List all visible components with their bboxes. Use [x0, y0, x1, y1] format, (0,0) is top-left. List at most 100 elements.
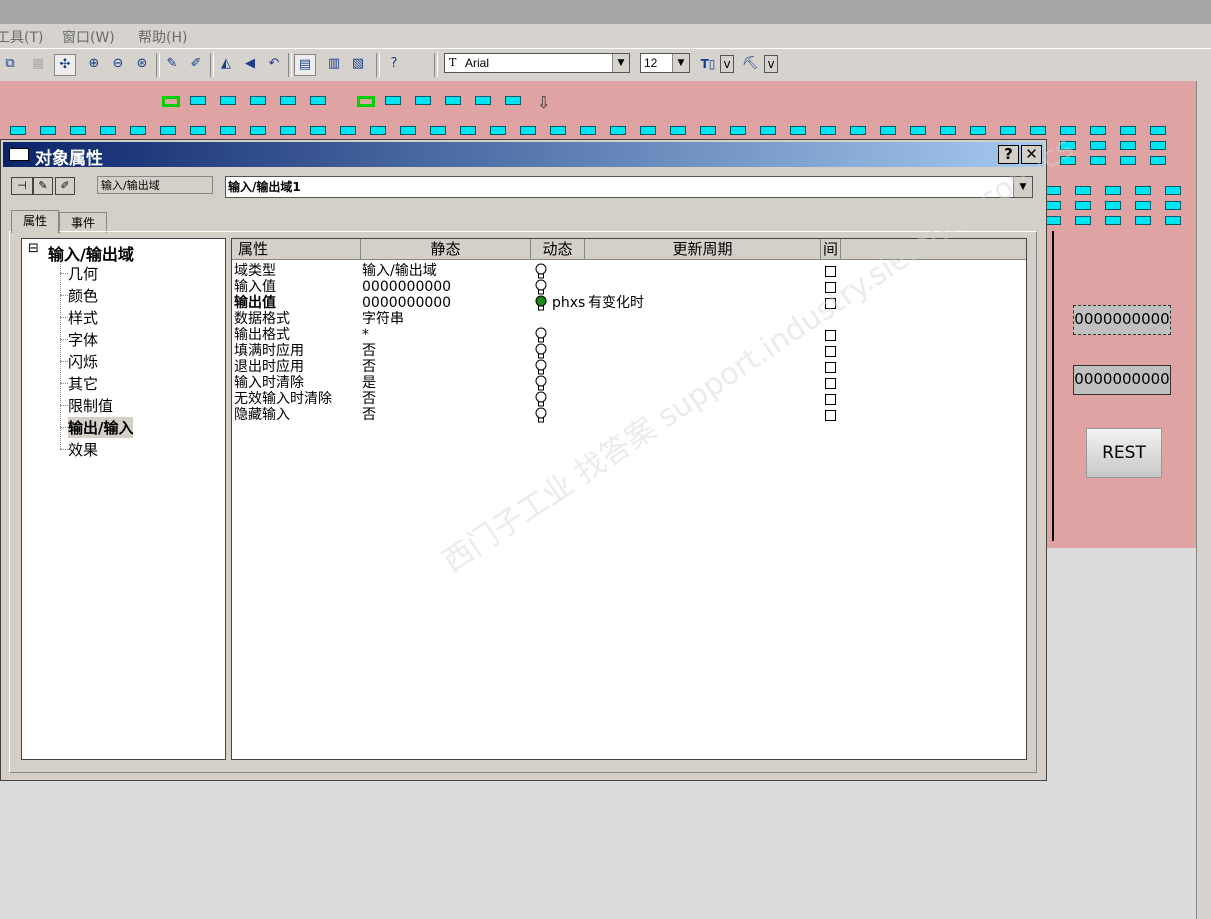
row-dynamic[interactable]: phxs: [552, 295, 585, 311]
text-color-icon[interactable]: T▯: [698, 54, 718, 74]
green-object[interactable]: [357, 96, 375, 107]
tree-item[interactable]: 限制值: [68, 395, 113, 416]
col-header-dynamic[interactable]: 动态: [531, 239, 585, 260]
io-placeholder[interactable]: [910, 126, 926, 135]
row-attr[interactable]: 输入时清除: [234, 375, 304, 391]
tree-item[interactable]: 效果: [68, 439, 98, 460]
io-placeholder[interactable]: [310, 126, 326, 135]
io-placeholder[interactable]: [460, 126, 476, 135]
snap-icon[interactable]: ✣: [54, 54, 76, 76]
io-placeholder[interactable]: [280, 126, 296, 135]
row-static[interactable]: 是: [362, 375, 376, 391]
col-header-attr[interactable]: 属性: [232, 239, 361, 260]
col-header-indirect[interactable]: 间: [821, 239, 841, 260]
row-attr[interactable]: 隐藏输入: [234, 407, 290, 423]
text-color-dropdown[interactable]: v: [720, 55, 734, 73]
row-static[interactable]: 输入/输出域: [362, 263, 437, 279]
bulb-icon[interactable]: [534, 279, 548, 295]
tree-item[interactable]: 其它: [68, 373, 98, 394]
indirect-checkbox[interactable]: [825, 346, 836, 357]
io-placeholder[interactable]: [1135, 186, 1151, 195]
io-placeholder[interactable]: [1120, 141, 1136, 150]
row-static[interactable]: *: [362, 327, 369, 343]
bulb-icon[interactable]: [534, 343, 548, 359]
io-placeholder[interactable]: [280, 96, 296, 105]
io-placeholder[interactable]: [250, 126, 266, 135]
io-placeholder[interactable]: [550, 126, 566, 135]
io-placeholder[interactable]: [220, 96, 236, 105]
menu-help[interactable]: 帮助(H): [138, 27, 187, 47]
io-field-selected[interactable]: 0000000000: [1073, 305, 1171, 335]
io-placeholder[interactable]: [1090, 126, 1106, 135]
io-placeholder[interactable]: [670, 126, 686, 135]
tree-item[interactable]: 字体: [68, 329, 98, 350]
io-placeholder[interactable]: [1150, 156, 1166, 165]
io-placeholder[interactable]: [1075, 216, 1091, 225]
io-placeholder[interactable]: [1105, 186, 1121, 195]
io-placeholder[interactable]: [475, 96, 491, 105]
object-name-combo[interactable]: 输入/输出域1 ▼: [225, 176, 1033, 198]
io-placeholder[interactable]: [70, 126, 86, 135]
io-placeholder[interactable]: [940, 126, 956, 135]
rotate-icon[interactable]: ↶: [264, 54, 284, 74]
row-static[interactable]: 否: [362, 391, 376, 407]
tree-item[interactable]: 颜色: [68, 285, 98, 306]
row-attr[interactable]: 数据格式: [234, 311, 290, 327]
window-layer-icon[interactable]: ⧉: [0, 54, 20, 74]
io-placeholder[interactable]: [40, 126, 56, 135]
row-static[interactable]: 否: [362, 359, 376, 375]
io-placeholder[interactable]: [790, 126, 806, 135]
menu-window[interactable]: 窗口(W): [62, 27, 115, 47]
color-palette-icon[interactable]: ▧: [348, 54, 368, 74]
io-placeholder[interactable]: [580, 126, 596, 135]
row-attr[interactable]: 域类型: [234, 263, 276, 279]
font-name-combo[interactable]: T Arial ▼: [444, 53, 630, 73]
io-placeholder[interactable]: [880, 126, 896, 135]
io-placeholder[interactable]: [490, 126, 506, 135]
io-placeholder[interactable]: [415, 96, 431, 105]
row-static[interactable]: 字符串: [362, 311, 404, 327]
io-placeholder[interactable]: [760, 126, 776, 135]
bulb-icon[interactable]: [534, 375, 548, 391]
io-placeholder[interactable]: [1150, 141, 1166, 150]
io-placeholder[interactable]: [310, 96, 326, 105]
tree-item[interactable]: 样式: [68, 307, 98, 328]
io-placeholder[interactable]: [130, 126, 146, 135]
green-object[interactable]: [162, 96, 180, 107]
zoom-fit-icon[interactable]: ⊛: [132, 54, 152, 74]
library-icon[interactable]: ▥: [324, 54, 344, 74]
io-placeholder[interactable]: [1135, 201, 1151, 210]
row-static[interactable]: 0000000000: [362, 295, 451, 311]
row-attr[interactable]: 填满时应用: [234, 343, 304, 359]
io-placeholder[interactable]: [1045, 216, 1061, 225]
io-placeholder[interactable]: [850, 126, 866, 135]
bulb-icon[interactable]: [534, 263, 548, 279]
chevron-down-icon[interactable]: ▼: [612, 54, 629, 72]
io-placeholder[interactable]: [520, 126, 536, 135]
row-static[interactable]: 0000000000: [362, 279, 451, 295]
io-placeholder[interactable]: [640, 126, 656, 135]
row-attr[interactable]: 输入值: [234, 279, 276, 295]
io-placeholder[interactable]: [970, 126, 986, 135]
io-placeholder[interactable]: [445, 96, 461, 105]
help-pointer-icon[interactable]: ?: [384, 54, 404, 74]
pipette-icon[interactable]: ✎: [33, 177, 53, 195]
io-placeholder[interactable]: [190, 96, 206, 105]
io-placeholder[interactable]: [1165, 186, 1181, 195]
font-size-combo[interactable]: 12 ▼: [640, 53, 690, 73]
fill-color-icon[interactable]: ⛏: [740, 54, 760, 74]
pipette-icon[interactable]: ✎: [162, 54, 182, 74]
row-update[interactable]: 有变化时: [588, 295, 644, 311]
tree-item[interactable]: 几何: [68, 263, 98, 284]
fill-color-dropdown[interactable]: v: [764, 55, 778, 73]
io-placeholder[interactable]: [370, 126, 386, 135]
io-placeholder[interactable]: [190, 126, 206, 135]
io-placeholder[interactable]: [1120, 156, 1136, 165]
zoom-out-icon[interactable]: ⊖: [108, 54, 128, 74]
io-placeholder[interactable]: [1090, 141, 1106, 150]
mirror-v-icon[interactable]: ◀: [240, 54, 260, 74]
dialog-titlebar[interactable]: 对象属性 ? ✕: [3, 142, 1044, 169]
row-attr[interactable]: 无效输入时清除: [234, 391, 332, 407]
tab-properties[interactable]: 属性: [11, 210, 59, 233]
layer-icon[interactable]: ▤: [294, 54, 316, 76]
